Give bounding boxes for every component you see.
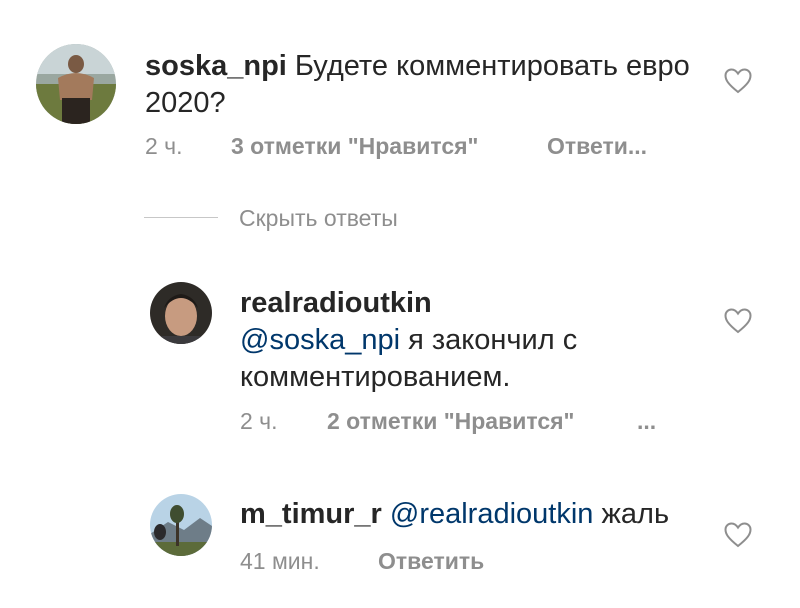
likes-count-button[interactable]: 3 отметки "Нравится" (231, 133, 478, 160)
comment-meta: 41 мин. Ответить (240, 548, 680, 578)
mention-link[interactable]: @soska_npi (240, 324, 400, 356)
comment-text: m_timur_r @realradioutkin жаль (240, 496, 710, 533)
hide-replies-button[interactable]: Скрыть ответы (239, 205, 398, 232)
likes-count-button[interactable]: 2 отметки "Нравится" (327, 408, 574, 435)
comment-time[interactable]: 2 ч. (145, 133, 183, 160)
avatar-photo-icon (150, 494, 212, 556)
comment-time[interactable]: 2 ч. (240, 408, 278, 435)
comment-username[interactable]: realradioutkin (240, 285, 680, 322)
heart-outline-icon (724, 308, 752, 334)
comment-time[interactable]: 41 мин. (240, 548, 320, 575)
avatar[interactable] (36, 44, 116, 124)
heart-outline-icon (724, 522, 752, 548)
comment-meta: 2 ч. 2 отметки "Нравится" ... (240, 408, 680, 438)
comment-realradioutkin: realradioutkin @soska_npi я закончил с к… (0, 270, 800, 450)
divider (144, 217, 218, 218)
comment-m-timur-r: m_timur_r @realradioutkin жаль 41 мин. О… (0, 480, 800, 608)
comment-username[interactable]: m_timur_r (240, 498, 382, 530)
avatar-photo-icon (150, 282, 212, 344)
comment-username[interactable]: soska_npi (145, 50, 287, 82)
like-button[interactable] (724, 308, 752, 334)
avatar-photo-icon (36, 44, 116, 124)
reply-button[interactable]: Ответить (378, 548, 484, 575)
like-button[interactable] (724, 522, 752, 548)
avatar[interactable] (150, 494, 212, 556)
comment-text: soska_npi Будете комментировать евро 202… (145, 48, 705, 122)
avatar[interactable] (150, 282, 212, 344)
comment-soska-npi: soska_npi Будете комментировать евро 202… (0, 0, 800, 190)
comment-body: жаль (601, 498, 670, 530)
heart-outline-icon (724, 68, 752, 94)
mention-link[interactable]: @realradioutkin (390, 498, 594, 530)
more-options-button[interactable]: ... (637, 408, 656, 435)
reply-button[interactable]: Ответи... (547, 133, 647, 160)
comment-meta: 2 ч. 3 отметки "Нравится" Ответи... (145, 133, 705, 163)
like-button[interactable] (724, 68, 752, 94)
comment-text: realradioutkin @soska_npi я закончил с к… (240, 285, 680, 396)
